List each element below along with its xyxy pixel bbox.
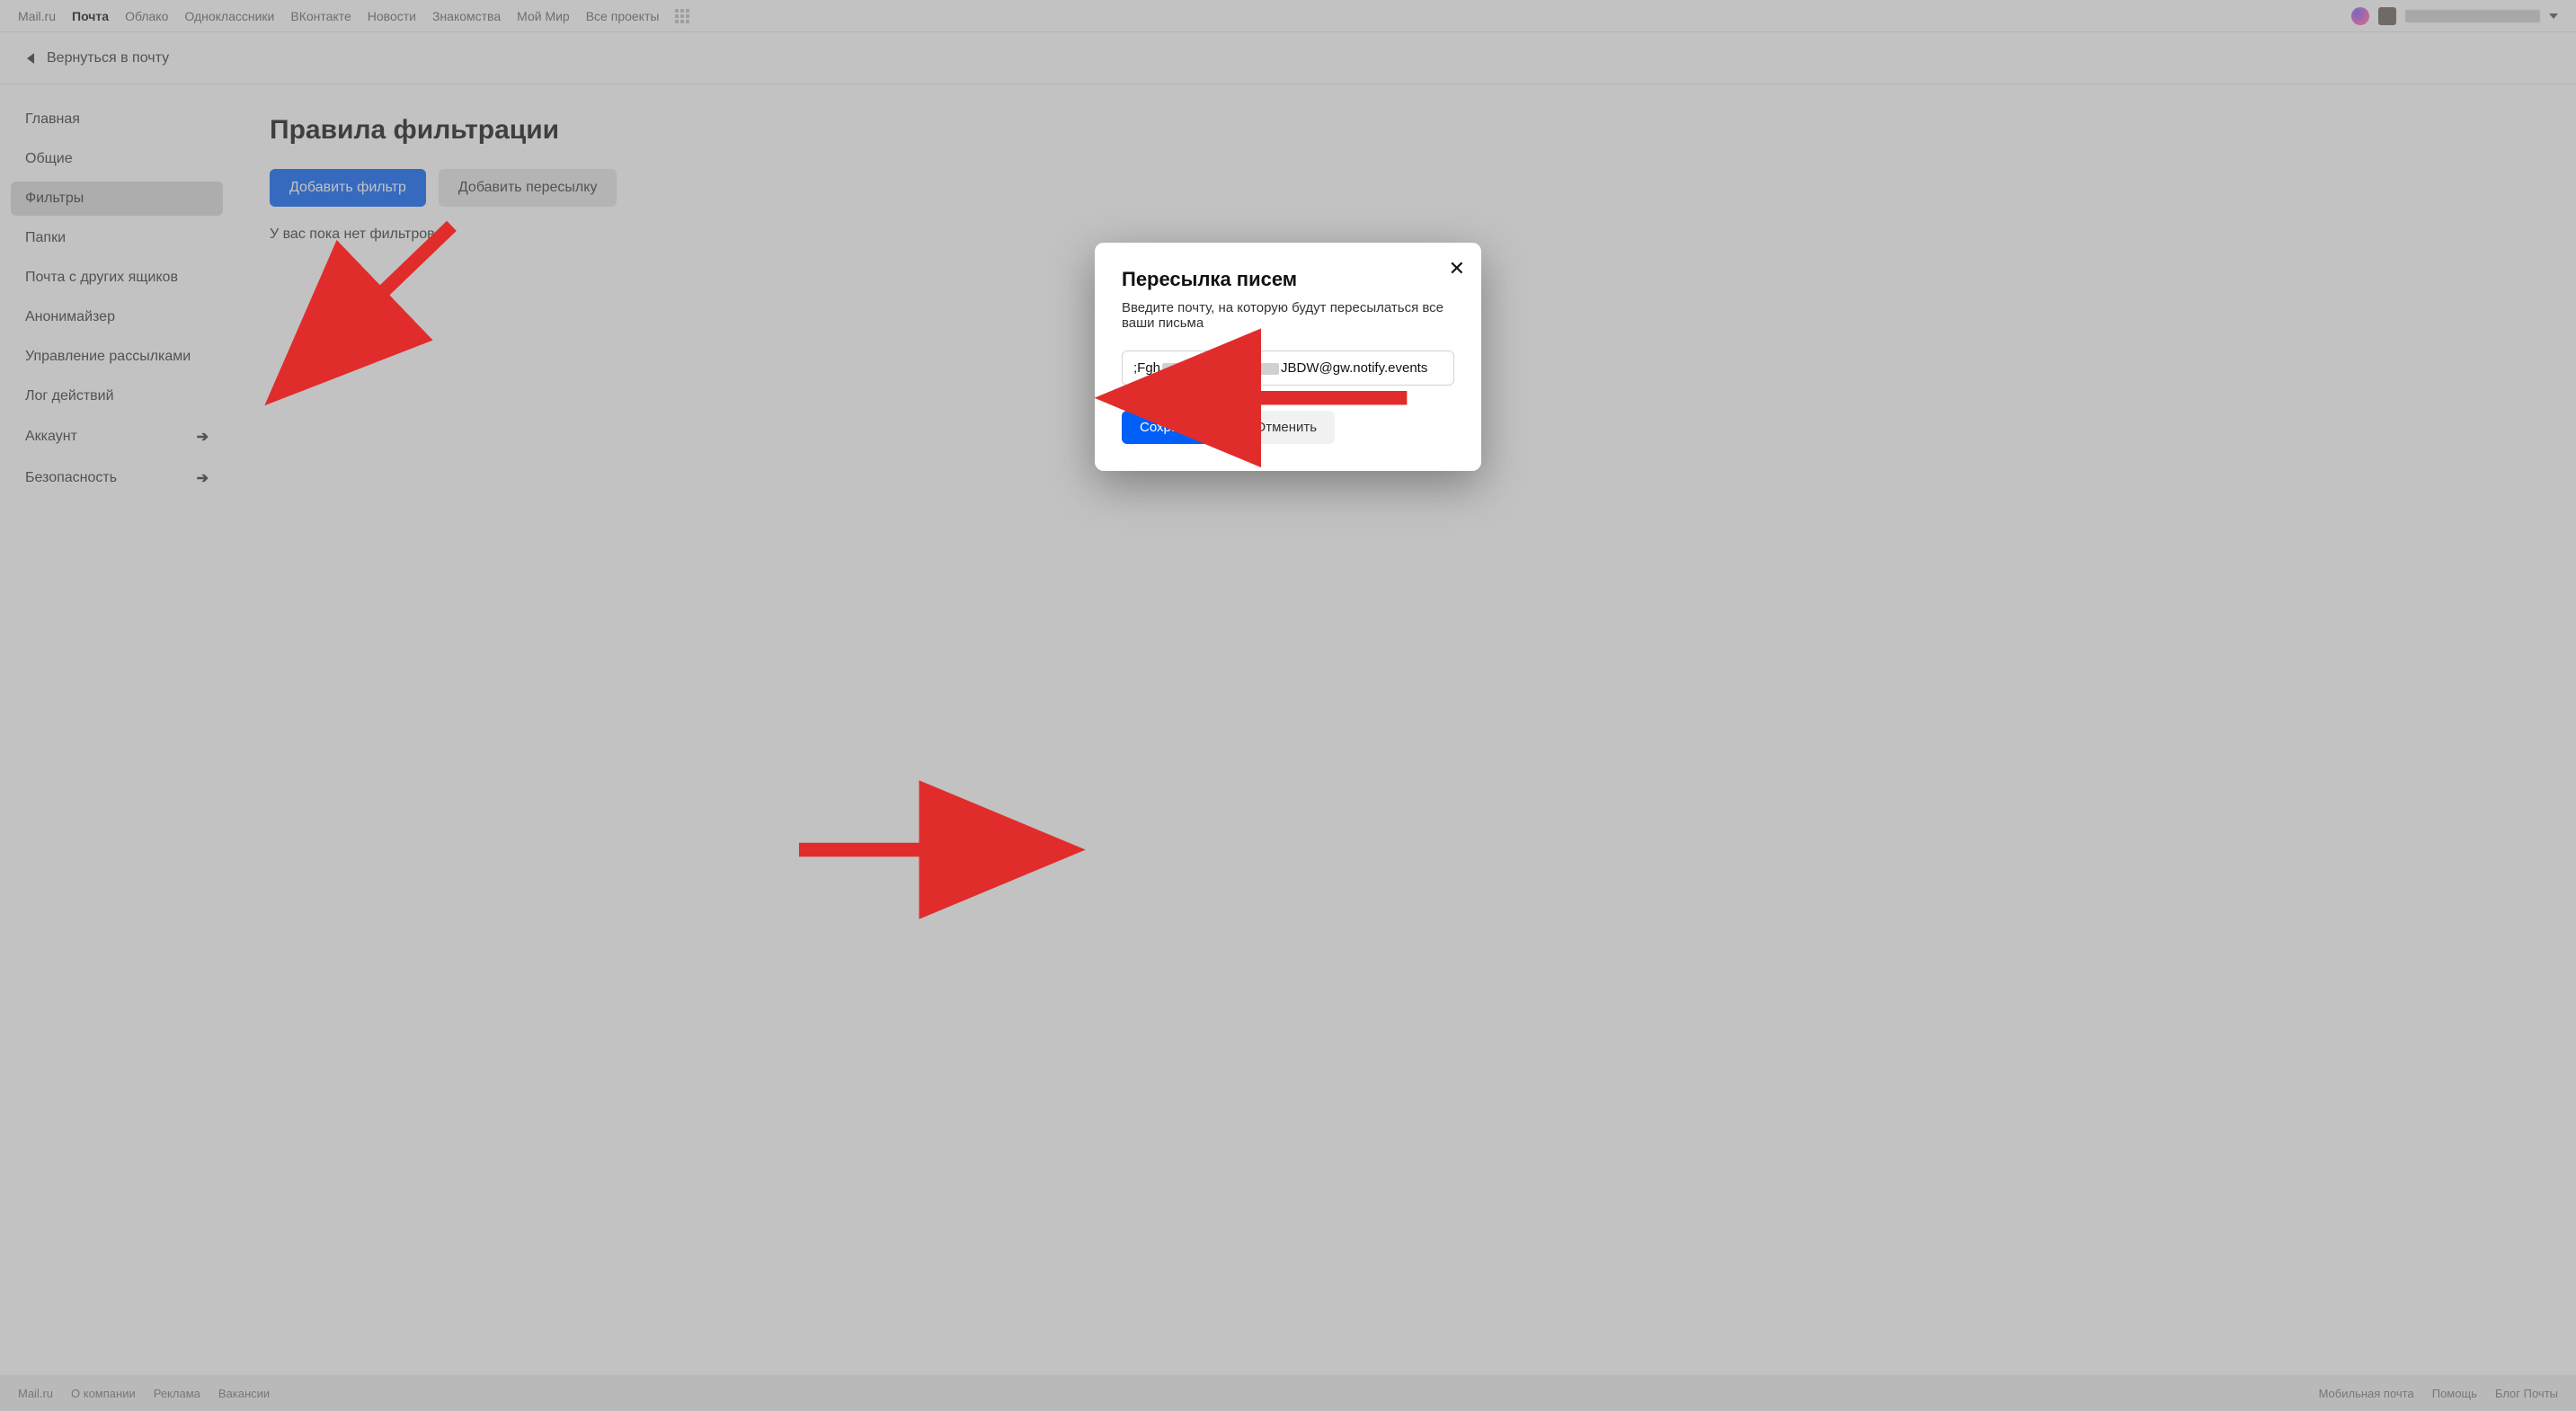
input-redacted — [1162, 363, 1279, 375]
cancel-button[interactable]: Отменить — [1238, 411, 1336, 444]
modal-overlay: ✕ Пересылка писем Введите почту, на кото… — [0, 0, 2576, 1411]
modal-description: Введите почту, на которую будут пересыла… — [1122, 300, 1454, 331]
modal-title: Пересылка писем — [1122, 268, 1454, 291]
close-icon[interactable]: ✕ — [1449, 259, 1465, 279]
forward-email-input[interactable]: ;Fgh JBDW@gw.notify.events — [1122, 351, 1454, 386]
input-prefix: ;Fgh — [1133, 360, 1160, 376]
modal-actions: Сохранить Отменить — [1122, 411, 1454, 444]
save-button[interactable]: Сохранить — [1122, 411, 1225, 444]
forward-modal: ✕ Пересылка писем Введите почту, на кото… — [1095, 243, 1481, 471]
input-suffix: JBDW@gw.notify.events — [1281, 360, 1427, 376]
